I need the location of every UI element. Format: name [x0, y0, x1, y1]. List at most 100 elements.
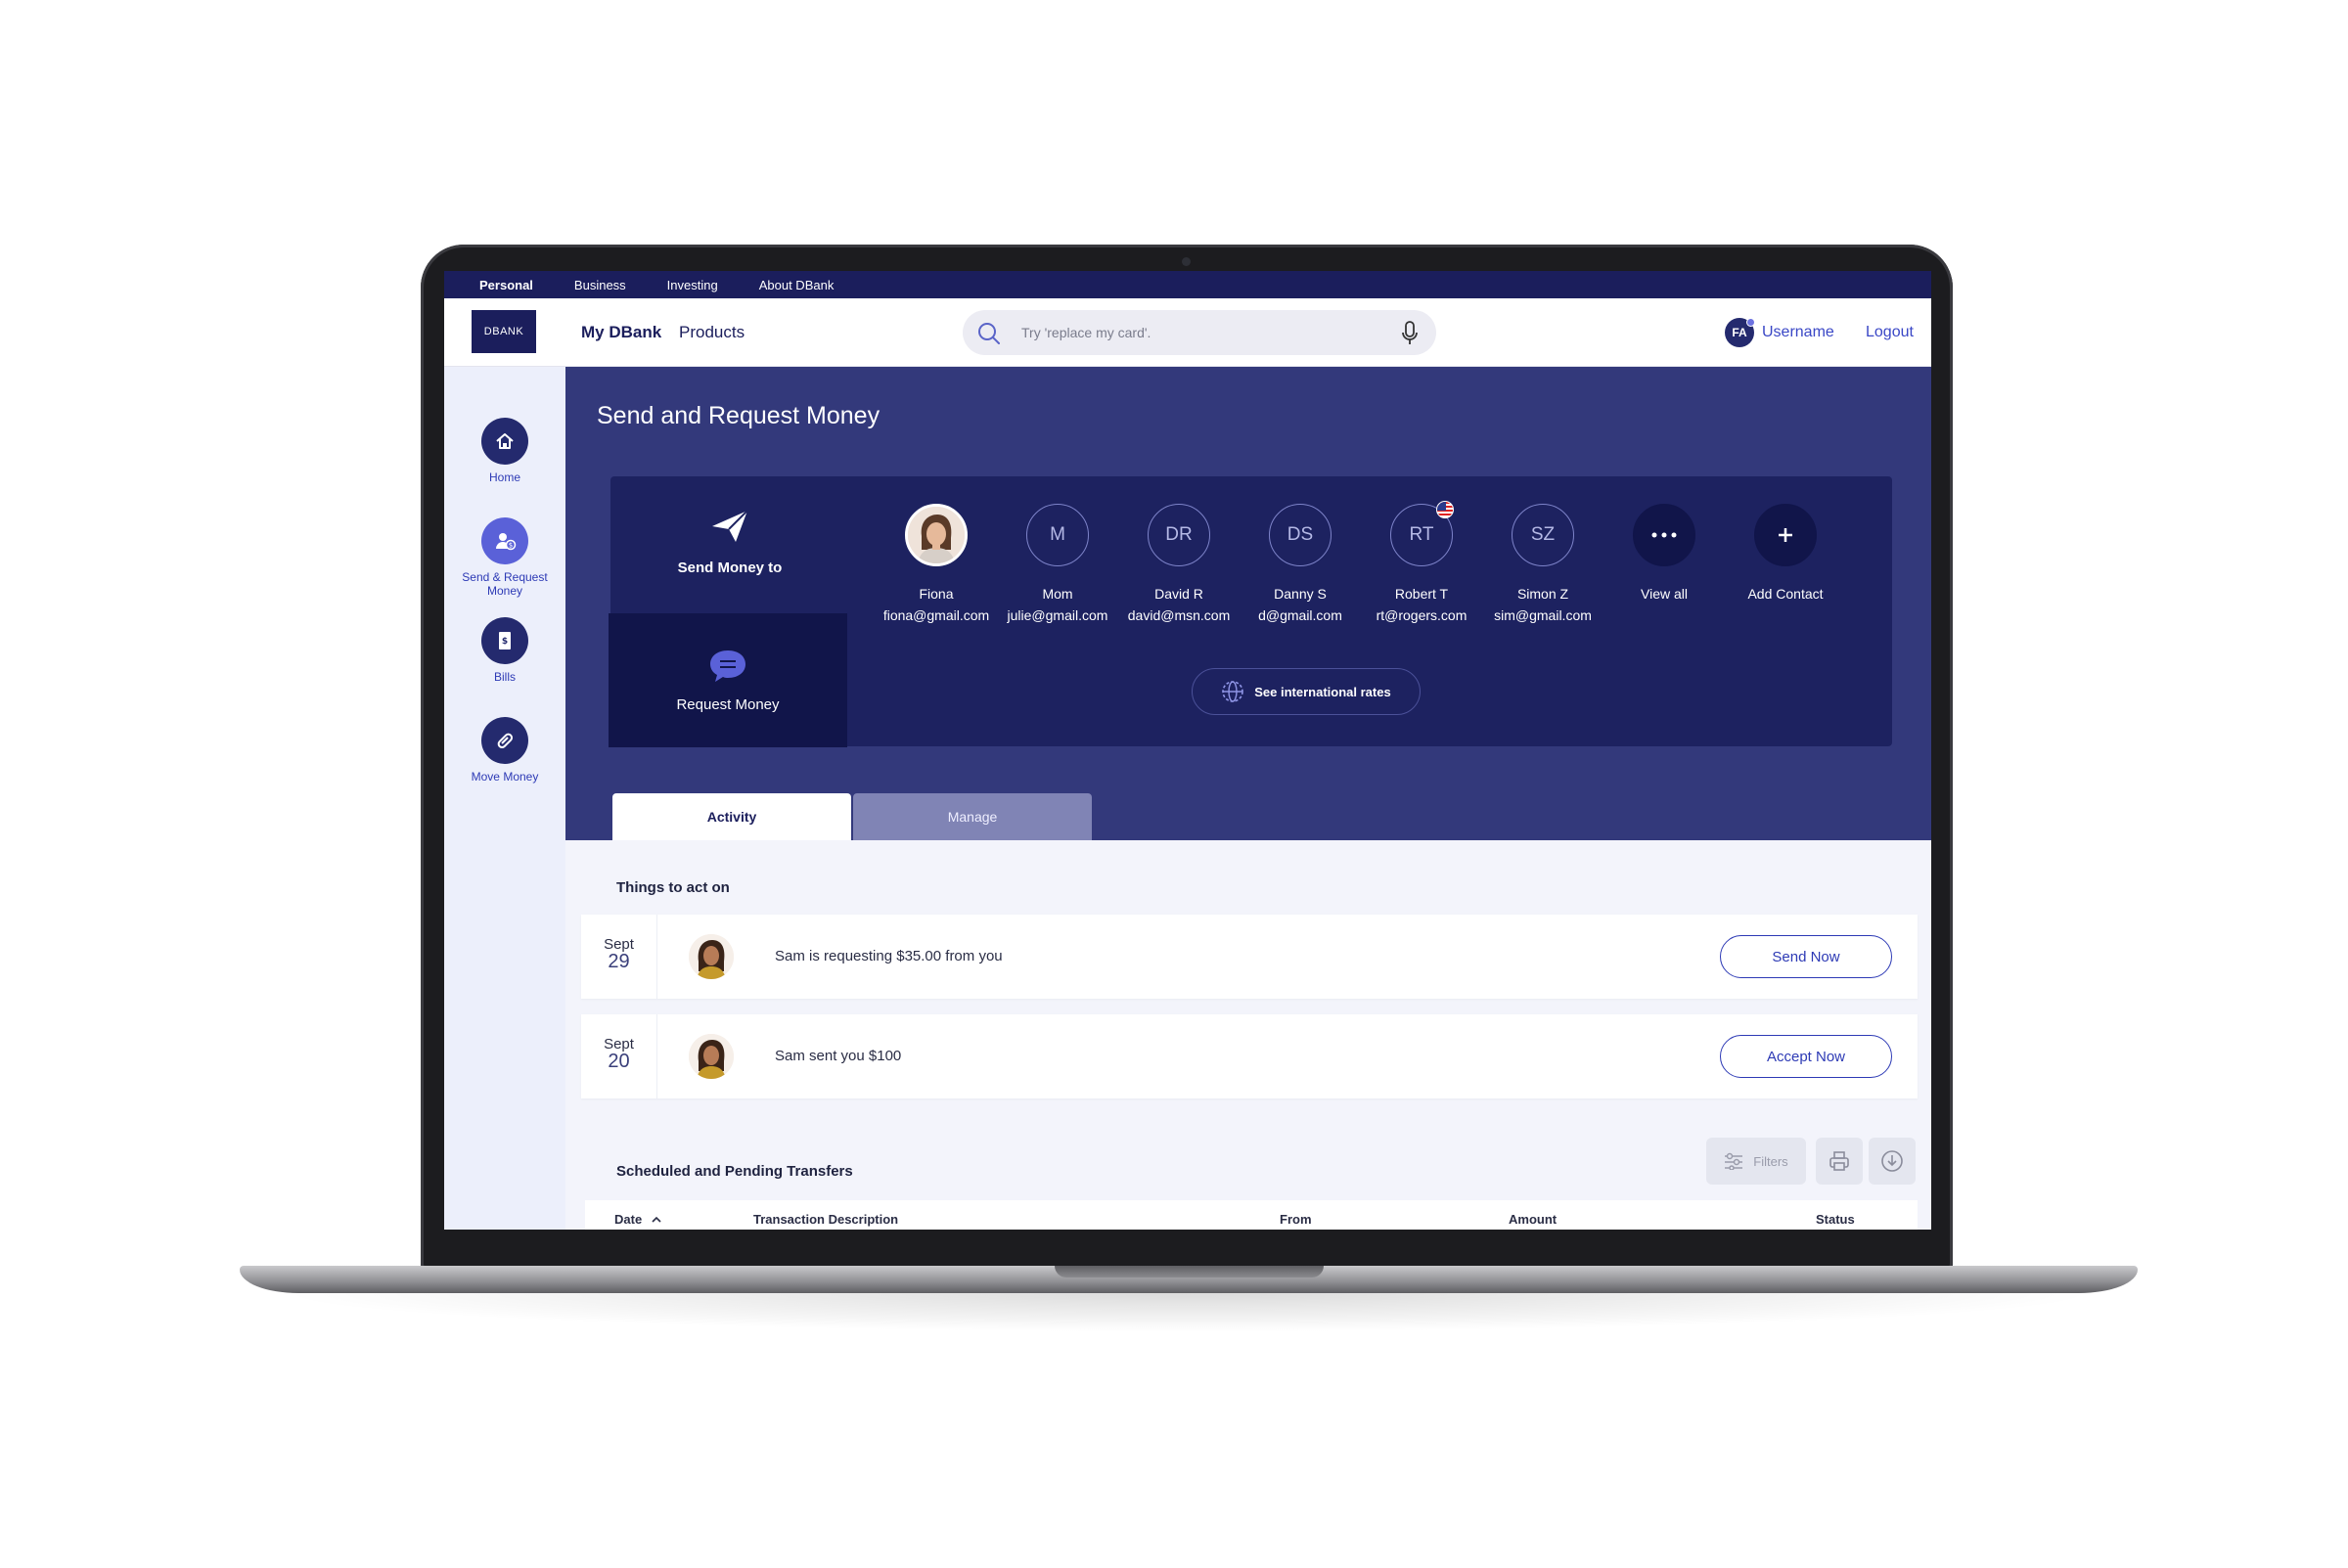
search-icon[interactable] — [976, 321, 1002, 346]
printer-icon — [1829, 1151, 1849, 1171]
international-rates-button[interactable]: See international rates — [1192, 668, 1421, 715]
contact-initials: RT — [1409, 524, 1434, 545]
contact-email: sim@gmail.com — [1494, 607, 1592, 623]
laptop-screen: Personal Business Investing About DBank … — [444, 271, 1931, 1230]
notification-dot — [1746, 318, 1755, 327]
sidebar-label-move-money: Move Money — [471, 770, 539, 784]
contact-danny-s[interactable]: DS Danny S d@gmail.com — [1239, 504, 1362, 623]
contact-name: Fiona — [919, 586, 954, 602]
sidebar-label-send-request: Send & Request Money — [462, 570, 548, 598]
contact-mom[interactable]: M Mom julie@gmail.com — [996, 504, 1119, 623]
contact-email: fiona@gmail.com — [882, 607, 990, 623]
header: DBANK My DBank Products FA Username Logo… — [444, 298, 1931, 367]
download-button[interactable] — [1869, 1138, 1916, 1185]
filters-label: Filters — [1753, 1153, 1788, 1169]
activity-day: 20 — [608, 1051, 630, 1072]
plus-icon — [1754, 504, 1817, 566]
contact-simon-z[interactable]: SZ Simon Z sim@gmail.com — [1481, 504, 1604, 623]
us-flag-icon — [1436, 501, 1454, 518]
sidebar-item-move-money[interactable]: Move Money — [444, 717, 565, 784]
activity-row: Sept 29 Sam is requesting $35.00 from yo… — [581, 915, 1918, 999]
column-date-label: Date — [614, 1212, 643, 1227]
add-contact-button[interactable]: Add Contact — [1724, 504, 1847, 602]
contact-name: Mom — [1042, 586, 1073, 602]
view-all-label: View all — [1641, 586, 1688, 602]
laptop-notch — [1055, 1266, 1324, 1277]
sidebar: Home $ Send & Request Money $ Bills Move… — [444, 367, 565, 1230]
chat-bubble-icon — [710, 650, 745, 682]
activity-message: Sam is requesting $35.00 from you — [775, 948, 1003, 964]
nav-my-dbank[interactable]: My DBank — [581, 323, 661, 342]
activity-day: 29 — [608, 951, 630, 972]
search-input[interactable] — [1021, 310, 1383, 355]
column-amount[interactable]: Amount — [1509, 1212, 1557, 1227]
sidebar-label-bills: Bills — [493, 670, 516, 684]
tab-manage[interactable]: Manage — [853, 793, 1092, 840]
contact-initials: DR — [1148, 504, 1210, 566]
topnav-personal[interactable]: Personal — [479, 278, 533, 292]
sidebar-item-send-request[interactable]: $ Send & Request Money — [444, 517, 565, 598]
column-status[interactable]: Status — [1816, 1212, 1855, 1227]
paper-plane-icon — [712, 509, 748, 542]
sort-arrow-icon — [652, 1216, 661, 1223]
contact-david-r[interactable]: DR David R david@msn.com — [1117, 504, 1241, 623]
send-money-to-label: Send Money to — [677, 559, 783, 576]
activity-row: Sept 20 Sam sent you $100 Accept Now — [581, 1014, 1918, 1098]
column-description[interactable]: Transaction Description — [753, 1212, 898, 1227]
sidebar-item-home[interactable]: Home — [444, 418, 565, 484]
nav-products[interactable]: Products — [679, 323, 745, 342]
print-button[interactable] — [1816, 1138, 1863, 1185]
activity-date: Sept 20 — [581, 1014, 657, 1098]
sidebar-item-bills[interactable]: $ Bills — [444, 617, 565, 684]
accept-now-button[interactable]: Accept Now — [1720, 1035, 1892, 1078]
contact-initials: M — [1026, 504, 1089, 566]
contact-name: Robert T — [1394, 586, 1449, 602]
view-all-contacts-button[interactable]: View all — [1603, 504, 1726, 602]
activity-date: Sept 29 — [581, 915, 657, 999]
column-from[interactable]: From — [1280, 1212, 1312, 1227]
contact-fiona[interactable]: Fiona fiona@gmail.com — [875, 504, 998, 623]
svg-text:$: $ — [509, 542, 513, 550]
user-initials: FA — [1732, 326, 1747, 339]
contact-email: julie@gmail.com — [1007, 607, 1108, 623]
contact-initials-wrap: RT — [1390, 501, 1454, 566]
home-icon — [481, 418, 528, 465]
send-request-hero: Send and Request Money Send Money to Req… — [565, 367, 1931, 840]
sliders-icon — [1725, 1152, 1743, 1170]
move-money-icon — [481, 717, 528, 764]
dbank-logo[interactable]: DBANK — [472, 310, 536, 353]
send-money-panel: Send Money to Request Money Fiona fiona@… — [609, 476, 1892, 747]
username-link[interactable]: Username — [1762, 324, 1834, 341]
contact-name: David R — [1154, 586, 1203, 602]
send-request-icon: $ — [481, 517, 528, 564]
things-to-act-on-title: Things to act on — [616, 879, 730, 896]
topnav-business[interactable]: Business — [574, 278, 626, 292]
scheduled-transfers-title: Scheduled and Pending Transfers — [616, 1163, 853, 1180]
send-money-to-tab[interactable]: Send Money to — [610, 476, 849, 605]
column-date[interactable]: Date — [614, 1212, 661, 1227]
topnav-about[interactable]: About DBank — [759, 278, 835, 292]
microphone-icon[interactable] — [1400, 321, 1420, 346]
request-money-label: Request Money — [676, 696, 780, 713]
webcam — [1182, 257, 1191, 266]
contact-name: Simon Z — [1516, 586, 1569, 602]
filters-button[interactable]: Filters — [1706, 1138, 1806, 1185]
send-now-button[interactable]: Send Now — [1720, 935, 1892, 978]
user-avatar[interactable]: FA — [1725, 318, 1755, 347]
contact-initials: SZ — [1512, 504, 1574, 566]
page-title: Send and Request Money — [597, 402, 880, 429]
globe-icon — [1222, 681, 1244, 702]
topnav-investing[interactable]: Investing — [667, 278, 718, 292]
transfers-table-header: Date Transaction Description From Amount… — [585, 1200, 1918, 1230]
contact-avatar-photo — [905, 504, 968, 566]
tab-activity[interactable]: Activity — [612, 793, 851, 840]
request-money-tab[interactable]: Request Money — [609, 613, 847, 747]
download-icon — [1881, 1150, 1903, 1172]
contact-robert-t[interactable]: RT Robert T rt@rogers.com — [1360, 501, 1483, 623]
more-dots-icon — [1633, 504, 1695, 566]
contact-email: d@gmail.com — [1258, 607, 1342, 623]
contact-email: rt@rogers.com — [1376, 607, 1468, 623]
svg-text:$: $ — [502, 637, 508, 647]
bill-icon: $ — [481, 617, 528, 664]
logout-link[interactable]: Logout — [1866, 324, 1914, 341]
